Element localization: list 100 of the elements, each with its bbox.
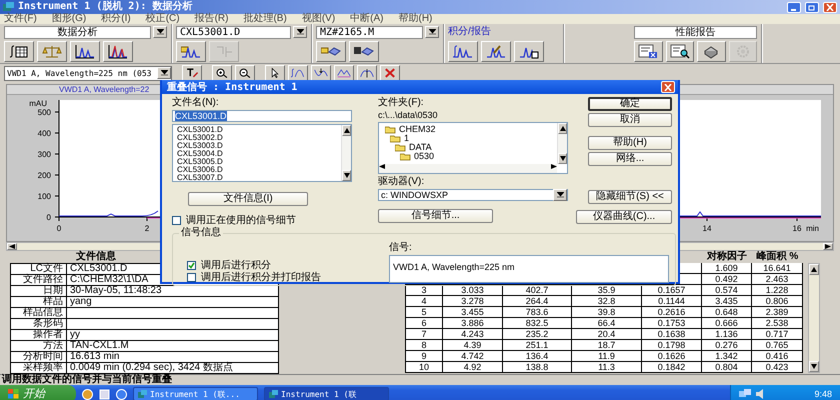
list-item[interactable]: CXL53004.D <box>177 150 337 158</box>
axis-unit: mAU <box>29 99 47 108</box>
dropdown-button[interactable] <box>425 26 439 38</box>
checkbox[interactable] <box>187 260 196 270</box>
toolbar-button[interactable] <box>4 41 34 62</box>
toolbar-button[interactable] <box>316 41 346 62</box>
toolbar-button[interactable] <box>265 65 285 81</box>
combo-box[interactable]: 数据分析 <box>4 26 151 38</box>
list-item[interactable]: CXL53001.D <box>177 126 337 134</box>
signal-select[interactable]: VWD1 A, Wavelength=225 nm (053 <box>4 66 172 80</box>
table-cell: 0.574 <box>702 285 752 296</box>
toolbar-button[interactable] <box>334 65 354 81</box>
toolbar-button[interactable] <box>634 41 662 62</box>
table-cell: 0.806 <box>752 296 803 307</box>
window-title: Instrument 1 (脱机 2): 数据分析 <box>18 1 194 12</box>
split-peak-icon <box>360 67 374 79</box>
dialog-button[interactable]: 仪器曲线(C)... <box>576 210 672 224</box>
signal-details-button[interactable]: 信号细节... <box>378 209 493 223</box>
dialog-button[interactable]: 取消 <box>588 113 672 127</box>
field-label: 文件夹(F): <box>378 97 425 108</box>
table-cell: yy <box>67 330 279 341</box>
list-item[interactable]: CXL53005.D <box>177 158 337 166</box>
menu-item[interactable]: 图形(G) <box>52 14 86 24</box>
table-cell: TAN-CXL1.M <box>67 341 279 352</box>
menu-item[interactable]: 中断(A) <box>350 14 384 24</box>
down-arrow-icon <box>560 156 566 161</box>
list-item[interactable]: CXL53007.D <box>177 174 337 182</box>
toolbar-button[interactable] <box>448 41 478 62</box>
checkbox-label: 调用正在使用的信号细节 <box>186 214 296 226</box>
restore-button[interactable] <box>805 2 819 12</box>
dialog-button[interactable]: 确定 <box>588 97 672 111</box>
start-button[interactable]: 开始 <box>0 385 76 400</box>
menu-item[interactable]: 校正(C) <box>146 14 180 24</box>
toolbar-button[interactable] <box>212 65 232 81</box>
toolbar-button[interactable] <box>697 41 726 62</box>
table-cell: 4.243 <box>443 329 503 340</box>
list-item[interactable]: CXL53002.D <box>177 134 337 142</box>
table-cell: 0.1798 <box>642 340 702 351</box>
tree-item[interactable]: 1 <box>390 134 551 143</box>
input-field[interactable]: CXL53001.D <box>172 110 352 122</box>
media-icon[interactable] <box>116 388 127 400</box>
toolbar-button[interactable] <box>288 65 308 81</box>
menu-item[interactable]: 帮助(H) <box>398 14 432 24</box>
toolbar-button[interactable] <box>357 65 377 81</box>
combo-box[interactable]: MZ#2165.M <box>316 26 423 38</box>
browser-icon[interactable] <box>82 388 93 400</box>
tree-item[interactable]: CHEM32 <box>385 125 551 134</box>
tree-item[interactable]: DATA <box>395 143 551 152</box>
checkbox[interactable] <box>172 216 181 224</box>
dialog-button[interactable]: 网络... <box>588 152 672 166</box>
toolbar-button[interactable] <box>481 41 511 62</box>
combo-box[interactable]: CXL53001.D <box>176 26 291 38</box>
table-cell: 264.4 <box>503 296 572 307</box>
scrollbar[interactable] <box>808 263 820 373</box>
table-cell: 0.717 <box>752 329 803 340</box>
dropdown-button[interactable] <box>293 26 307 38</box>
table-cell: 20.4 <box>572 329 642 340</box>
dropdown-button[interactable] <box>153 26 167 38</box>
toolbar-button[interactable] <box>70 41 100 62</box>
checkbox[interactable] <box>187 272 196 282</box>
menu-item[interactable]: 视图(V) <box>302 14 336 24</box>
file-info-button[interactable]: 文件信息(I) <box>188 192 308 206</box>
table-cell: 5 <box>405 307 443 318</box>
toolbar-button[interactable] <box>349 41 379 62</box>
column-header: 对称因子 <box>706 251 748 263</box>
taskbar-button[interactable]: Instrument 1 (联... <box>133 387 258 400</box>
toolbar-button[interactable] <box>514 41 544 62</box>
menu-item[interactable]: 报告(R) <box>194 14 228 24</box>
dialog-button[interactable]: 帮助(H) <box>588 136 672 150</box>
toolbar-button[interactable] <box>182 65 202 81</box>
table-cell: 10 <box>405 362 443 373</box>
toolbar-button[interactable] <box>176 41 206 62</box>
menu-item[interactable]: 文件(F) <box>4 14 37 24</box>
table-cell: 0.1657 <box>642 285 702 296</box>
toolbar-button[interactable] <box>103 41 133 62</box>
toolbar-button[interactable] <box>666 41 694 62</box>
drive-select[interactable]: c: WINDOWSXP <box>378 189 568 201</box>
taskbar-button[interactable]: Instrument 1 (联 <box>264 387 389 400</box>
up-arrow-icon <box>811 267 817 272</box>
menu-item[interactable]: 积分(I) <box>101 14 131 24</box>
desktop-icon[interactable] <box>99 388 110 400</box>
table-cell: 0.1638 <box>642 329 702 340</box>
toolbar-button[interactable] <box>311 65 331 81</box>
folder-chart-icon <box>181 44 201 59</box>
pen-peaks-icon <box>486 44 506 59</box>
list-item[interactable]: CXL53006.D <box>177 166 337 174</box>
close-button[interactable] <box>823 2 837 12</box>
menu-item[interactable]: 批处理(B) <box>243 14 287 24</box>
close-button[interactable] <box>661 81 675 93</box>
list-item[interactable]: CXL53003.D <box>177 142 337 150</box>
table-cell: 1.609 <box>702 263 752 274</box>
toolbar-button[interactable] <box>235 65 255 81</box>
table-cell: 0.1753 <box>642 318 702 329</box>
table-cell: 0.276 <box>702 340 752 351</box>
axis-tick-label: 14 <box>702 224 712 233</box>
table-cell: 4 <box>405 296 443 307</box>
tree-item[interactable]: 0530 <box>400 152 551 161</box>
minimize-button[interactable] <box>787 2 801 12</box>
wave-arrow-icon <box>314 67 328 79</box>
dialog-button[interactable]: 隐藏细节(S) << <box>588 190 672 204</box>
